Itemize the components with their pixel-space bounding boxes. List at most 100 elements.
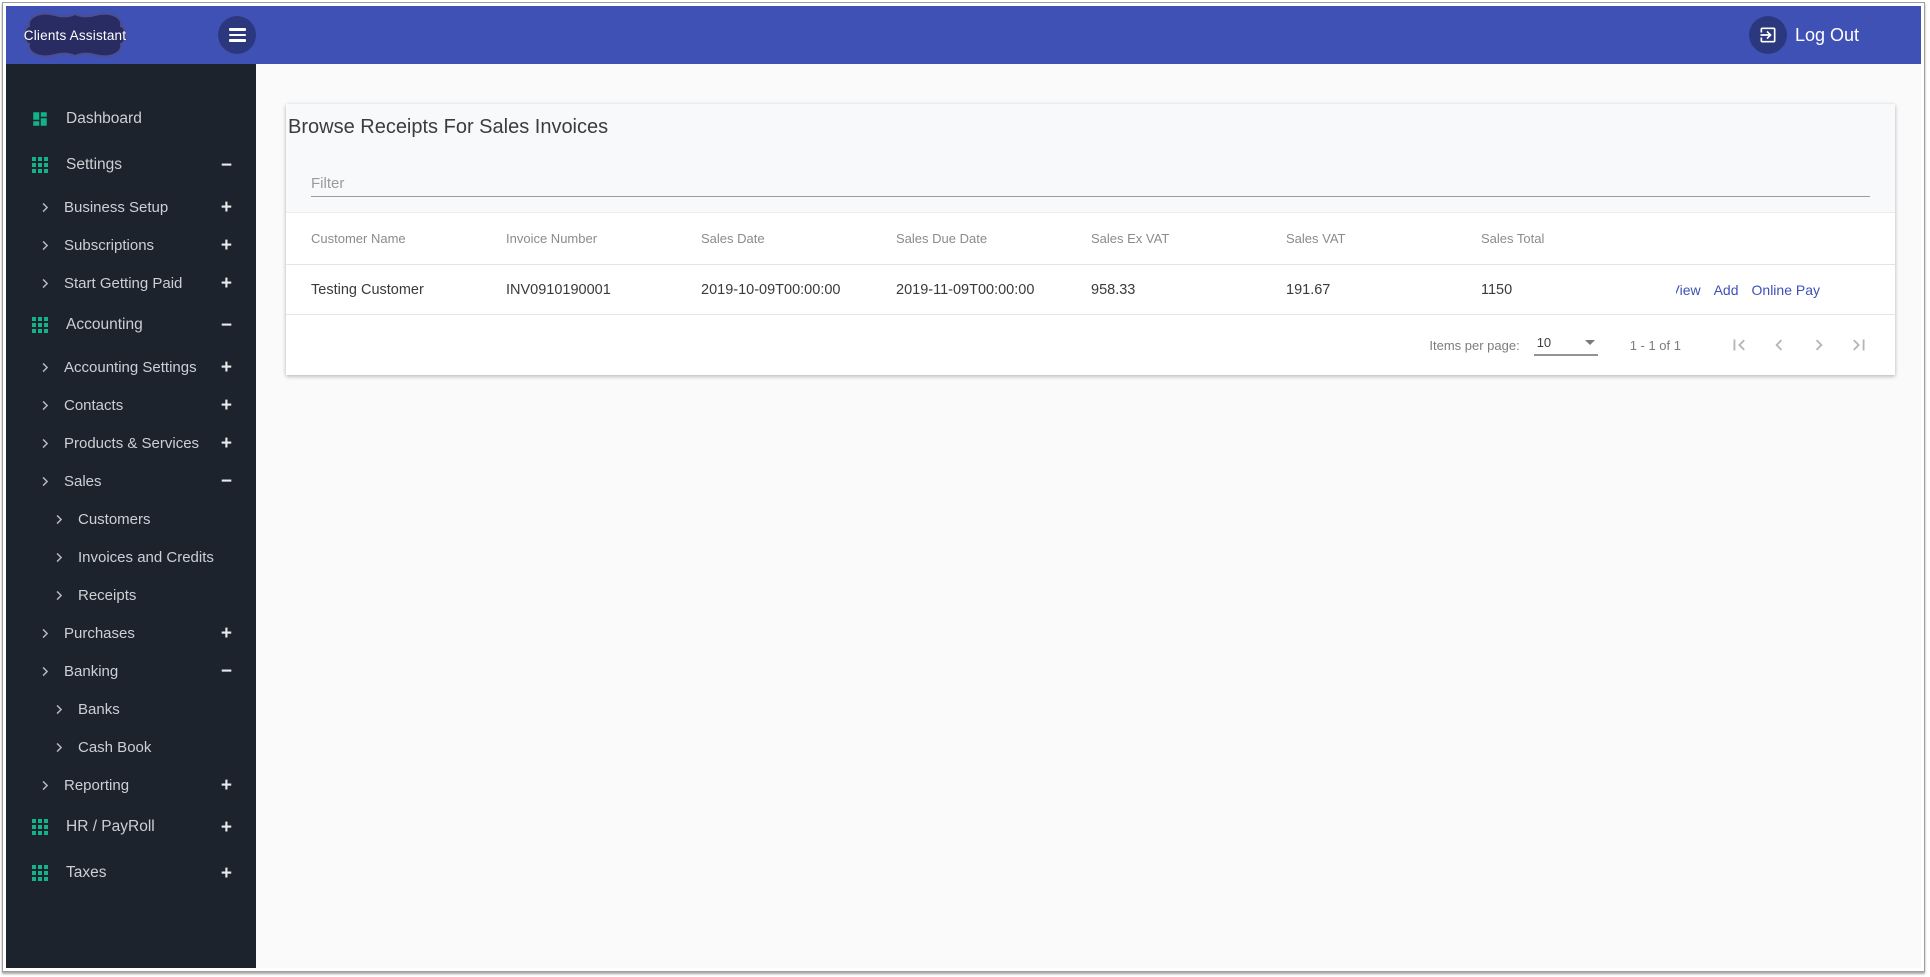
sidebar-item-reporting[interactable]: Reporting — [6, 766, 256, 804]
sidebar-item-label: Accounting — [66, 316, 143, 333]
sidebar-item-label: Receipts — [78, 586, 137, 604]
filter-field — [311, 172, 1870, 197]
sidebar-item-banks[interactable]: Banks — [6, 690, 256, 728]
sidebar-item-customers[interactable]: Customers — [6, 500, 256, 538]
chevron-left-icon — [1775, 339, 1783, 351]
cell-customer-name: Testing Customer — [311, 281, 424, 298]
previous-page-button[interactable] — [1759, 325, 1799, 365]
sidebar-item-accounting-settings[interactable]: Accounting Settings — [6, 348, 256, 386]
cell-sales-ex-vat: 958.33 — [1091, 281, 1136, 298]
sidebar-item-label: Accounting Settings — [64, 358, 197, 376]
chevron-right-icon — [53, 741, 66, 754]
sidebar-item-products-services[interactable]: Products & Services — [6, 424, 256, 462]
sidebar-item-label: Cash Book — [78, 738, 152, 756]
chevron-right-icon — [39, 239, 52, 252]
table-header-row: Customer Name Invoice Number Sales Date … — [286, 213, 1895, 265]
filter-input[interactable] — [311, 172, 1870, 194]
online-pay-link[interactable]: Online Pay — [1752, 282, 1820, 298]
window-frame: Clients Assistant Log Out Dashboard Sett… — [2, 2, 1925, 972]
expand-plus-icon[interactable] — [221, 198, 232, 217]
receipts-card: Browse Receipts For Sales Invoices Custo… — [286, 104, 1895, 375]
sidebar-item-label: Banks — [78, 700, 120, 718]
topbar: Clients Assistant Log Out — [6, 6, 1921, 64]
column-header-sales-due-date: Sales Due Date — [896, 231, 988, 246]
view-link[interactable]: View — [1676, 282, 1701, 298]
collapse-minus-icon[interactable] — [221, 472, 232, 491]
last-page-button[interactable] — [1839, 325, 1879, 365]
logout-icon-circle — [1748, 16, 1787, 54]
chevron-right-icon — [53, 551, 66, 564]
sidebar-item-label: Reporting — [64, 776, 130, 794]
cell-sales-total: 1150 — [1481, 281, 1513, 298]
sidebar-item-label: Subscriptions — [64, 236, 155, 254]
row-actions: View Add Online Pay — [1676, 282, 1895, 298]
dashboard-icon — [31, 110, 49, 128]
items-per-page-label: Items per page: — [1429, 337, 1520, 353]
next-page-button[interactable] — [1799, 325, 1839, 365]
sidebar-item-receipts[interactable]: Receipts — [6, 576, 256, 614]
sidebar-item-purchases[interactable]: Purchases — [6, 614, 256, 652]
chevron-right-icon — [53, 703, 66, 716]
chevron-right-icon — [39, 627, 52, 640]
sidebar-item-dashboard[interactable]: Dashboard — [6, 96, 256, 142]
first-page-button[interactable] — [1719, 325, 1759, 365]
chevron-right-icon — [39, 665, 52, 678]
expand-plus-icon[interactable] — [221, 434, 232, 453]
column-header-sales-ex-vat: Sales Ex VAT — [1091, 231, 1170, 246]
sidebar: Dashboard Settings Business Setup — [6, 64, 256, 968]
app-logo[interactable]: Clients Assistant — [20, 11, 130, 59]
collapse-minus-icon[interactable] — [221, 316, 232, 335]
expand-plus-icon[interactable] — [221, 274, 232, 293]
chevron-right-icon — [39, 361, 52, 374]
logout-label: Log Out — [1794, 24, 1859, 45]
sidebar-item-start-getting-paid[interactable]: Start Getting Paid — [6, 264, 256, 302]
expand-plus-icon[interactable] — [221, 776, 232, 795]
sidebar-item-accounting[interactable]: Accounting — [6, 302, 256, 348]
page-range-label: 1 - 1 of 1 — [1629, 337, 1681, 353]
cell-sales-date: 2019-10-09T00:00:00 — [701, 281, 841, 298]
sidebar-item-label: Taxes — [66, 864, 107, 881]
expand-plus-icon[interactable] — [221, 864, 232, 883]
hamburger-icon — [228, 28, 246, 42]
menu-toggle-button[interactable] — [218, 16, 256, 54]
sidebar-item-business-setup[interactable]: Business Setup — [6, 188, 256, 226]
logout-button[interactable]: Log Out — [1748, 16, 1859, 54]
expand-plus-icon[interactable] — [221, 236, 232, 255]
chevron-right-icon — [39, 475, 52, 488]
first-page-icon — [1733, 339, 1745, 351]
items-per-page-select[interactable]: 10 — [1533, 334, 1598, 356]
expand-plus-icon[interactable] — [221, 358, 232, 377]
sidebar-item-taxes[interactable]: Taxes — [6, 850, 256, 896]
grid-icon — [31, 156, 49, 174]
sidebar-item-label: Contacts — [64, 396, 124, 414]
column-header-sales-vat: Sales VAT — [1286, 231, 1346, 246]
exit-to-app-icon — [1760, 27, 1776, 43]
items-per-page-value: 10 — [1536, 334, 1552, 350]
collapse-minus-icon[interactable] — [221, 156, 232, 175]
sidebar-item-subscriptions[interactable]: Subscriptions — [6, 226, 256, 264]
chevron-right-icon — [53, 589, 66, 602]
chevron-right-icon — [1815, 339, 1823, 351]
collapse-minus-icon[interactable] — [221, 662, 232, 681]
sidebar-item-invoices-and-credits[interactable]: Invoices and Credits — [6, 538, 256, 576]
sidebar-item-label: HR / PayRoll — [66, 818, 155, 835]
main-content: Browse Receipts For Sales Invoices Custo… — [256, 64, 1921, 968]
table-row: Testing Customer INV0910190001 2019-10-0… — [286, 265, 1895, 315]
sidebar-item-sales[interactable]: Sales — [6, 462, 256, 500]
sidebar-item-label: Settings — [66, 156, 123, 173]
sidebar-item-label: Dashboard — [66, 110, 142, 127]
card-header-section: Browse Receipts For Sales Invoices — [286, 104, 1895, 213]
sidebar-item-settings[interactable]: Settings — [6, 142, 256, 188]
column-header-sales-date: Sales Date — [701, 231, 765, 246]
chevron-right-icon — [53, 513, 66, 526]
expand-plus-icon[interactable] — [221, 624, 232, 643]
sidebar-item-label: Start Getting Paid — [64, 274, 183, 292]
sidebar-item-banking[interactable]: Banking — [6, 652, 256, 690]
column-header-customer-name: Customer Name — [311, 231, 406, 246]
sidebar-item-contacts[interactable]: Contacts — [6, 386, 256, 424]
expand-plus-icon[interactable] — [221, 818, 232, 837]
sidebar-item-hr-payroll[interactable]: HR / PayRoll — [6, 804, 256, 850]
expand-plus-icon[interactable] — [221, 396, 232, 415]
add-link[interactable]: Add — [1714, 282, 1739, 298]
sidebar-item-cash-book[interactable]: Cash Book — [6, 728, 256, 766]
